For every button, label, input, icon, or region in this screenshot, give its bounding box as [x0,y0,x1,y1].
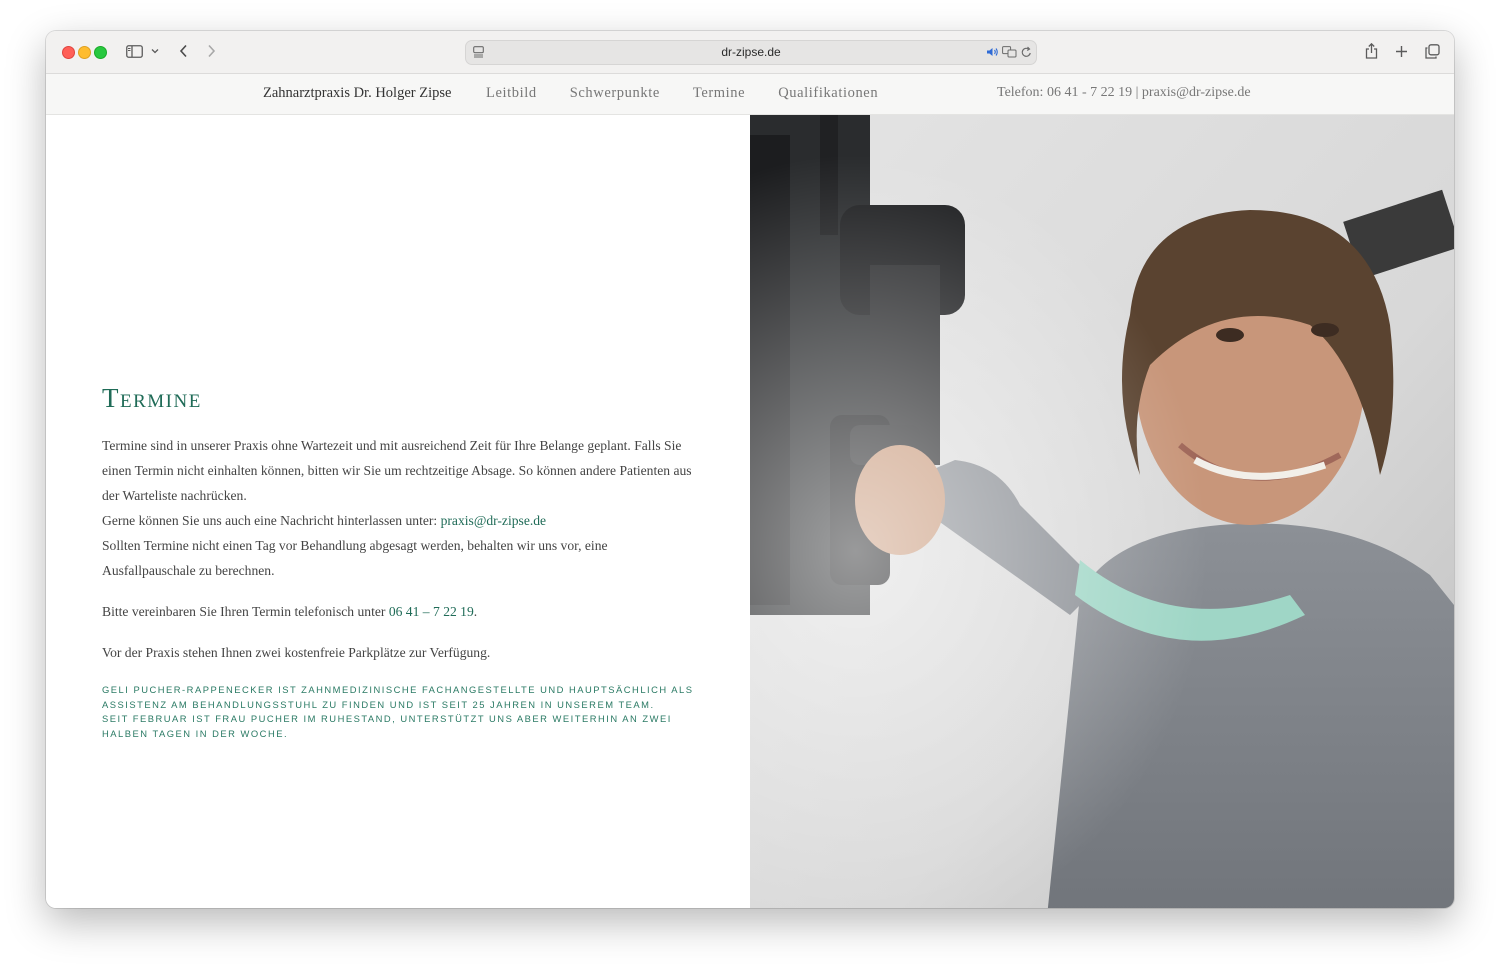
content-panel: Termine Termine sind in unserer Praxis o… [46,115,750,908]
content-body: Termine sind in unserer Praxis ohne Wart… [102,433,702,681]
caption-line-2: Seit Februar ist Frau Pucher im Ruhestan… [102,713,672,739]
reload-icon[interactable] [1019,44,1033,60]
close-window-button[interactable] [62,46,75,59]
photo-illustration [750,115,1454,908]
forward-icon[interactable] [203,41,219,61]
email-link[interactable]: praxis@dr-zipse.de [441,513,546,528]
caption-line-1: Geli Pucher-Rappenecker ist zahnmedizini… [102,684,694,710]
plus-icon[interactable] [1391,41,1411,61]
browser-window: dr-zipse.de Zahnarztpraxis Dr. Holger Zi… [46,31,1454,908]
back-icon[interactable] [175,41,191,61]
tabs-icon[interactable] [1422,41,1442,61]
parking-paragraph: Vor der Praxis stehen Ihnen zwei kostenf… [102,645,491,660]
nav-link-schwerpunkte[interactable]: Schwerpunkte [570,85,660,102]
phone-text: Bitte vereinbaren Sie Ihren Termin telef… [102,604,389,619]
browser-toolbar: dr-zipse.de [46,31,1454,74]
nav-link-qualifikationen[interactable]: Qualifikationen [778,85,878,102]
cancellation-text: Sollten Termine nicht einen Tag vor Beha… [102,538,608,578]
share-icon[interactable] [1361,41,1381,61]
audio-icon[interactable] [985,44,999,60]
image-caption: Geli Pucher-Rappenecker ist zahnmedizini… [102,683,702,741]
url-text: dr-zipse.de [721,45,781,59]
phone-link[interactable]: 06 41 – 7 22 19 [389,604,474,619]
sidebar-icon[interactable] [124,41,144,61]
address-bar[interactable]: dr-zipse.de [465,40,1037,65]
site-navigation: Zahnarztpraxis Dr. Holger Zipse Leitbild… [46,74,1454,115]
translate-icon[interactable] [1001,44,1017,60]
nav-link-termine[interactable]: Termine [693,85,745,102]
contact-info[interactable]: Telefon: 06 41 - 7 22 19 | praxis@dr-zip… [997,85,1251,101]
phone-paragraph: Bitte vereinbaren Sie Ihren Termin telef… [102,599,702,624]
site-brand[interactable]: Zahnarztpraxis Dr. Holger Zipse [263,85,451,102]
page-title: Termine [102,383,202,413]
hero-photo [750,115,1454,908]
nav-links: Leitbild Schwerpunkte Termine Qualifikat… [486,85,911,102]
phone-period: . [473,604,478,619]
zoom-window-button[interactable] [94,46,107,59]
appointments-paragraph: Termine sind in unserer Praxis ohne Wart… [102,433,702,583]
minimize-window-button[interactable] [78,46,91,59]
appointments-text: Termine sind in unserer Praxis ohne Wart… [102,438,692,503]
chevron-down-icon[interactable] [149,41,161,61]
message-text: Gerne können Sie uns auch eine Nachricht… [102,513,441,528]
nav-link-leitbild[interactable]: Leitbild [486,85,537,102]
